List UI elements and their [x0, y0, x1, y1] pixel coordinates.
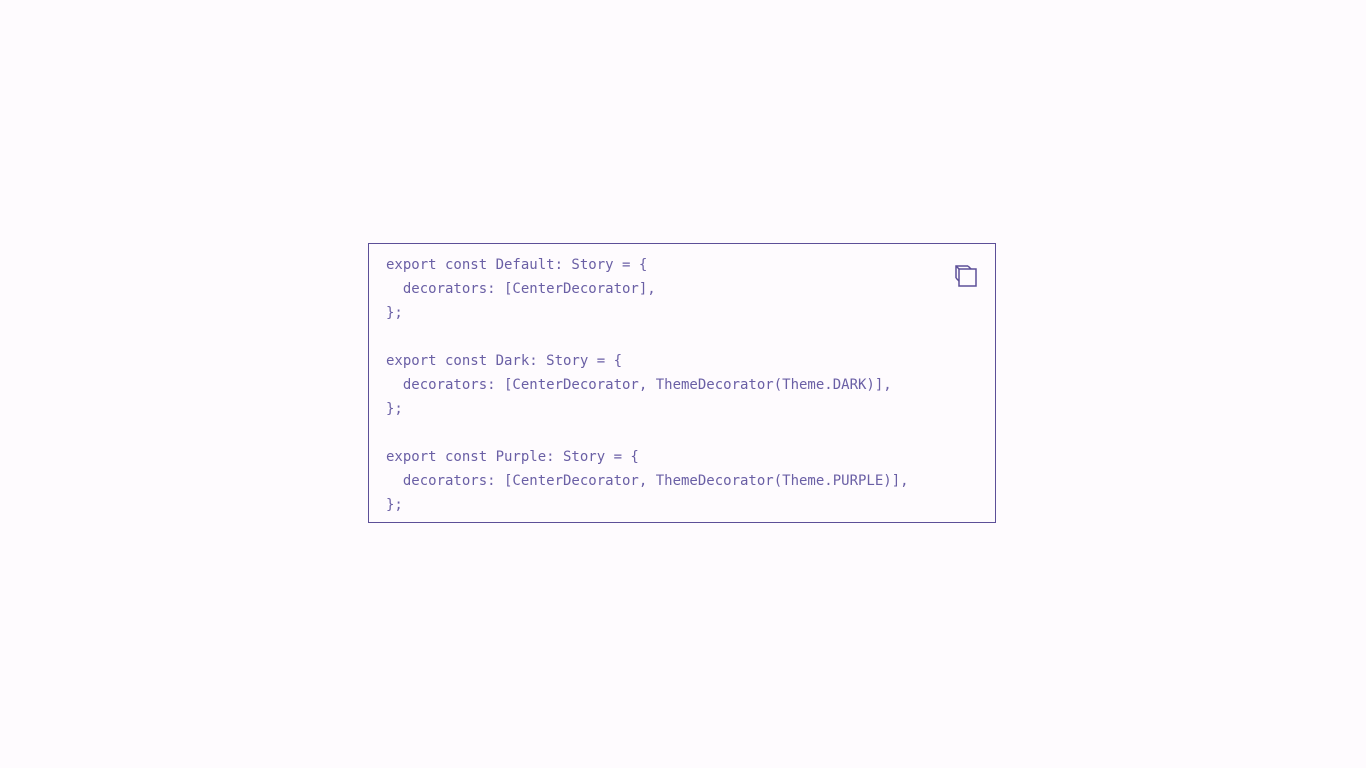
code-line: decorators: [CenterDecorator], — [386, 281, 656, 297]
code-line: }; — [386, 401, 403, 417]
code-content: export const Default: Story = { decorato… — [386, 253, 909, 517]
code-line: decorators: [CenterDecorator, ThemeDecor… — [386, 377, 892, 393]
copy-button[interactable] — [954, 264, 978, 288]
code-line: decorators: [CenterDecorator, ThemeDecor… — [386, 473, 909, 489]
copy-icon — [955, 265, 977, 287]
code-line: }; — [386, 497, 403, 513]
code-line: export const Dark: Story = { — [386, 353, 623, 369]
code-line: }; — [386, 305, 403, 321]
code-line: export const Default: Story = { — [386, 257, 648, 273]
code-line: export const Purple: Story = { — [386, 449, 639, 465]
code-block: export const Default: Story = { decorato… — [368, 243, 996, 523]
